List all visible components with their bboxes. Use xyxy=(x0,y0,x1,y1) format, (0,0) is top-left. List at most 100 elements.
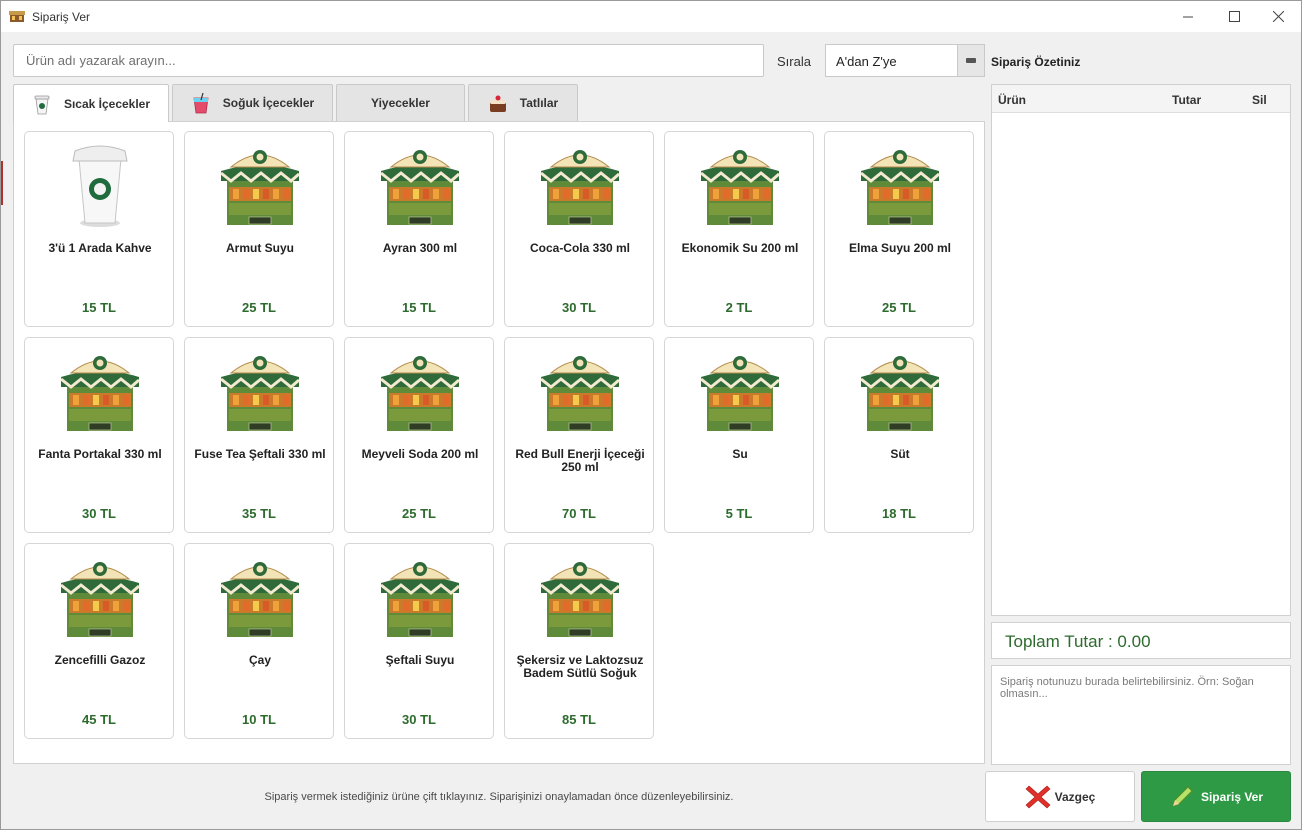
minimize-icon xyxy=(1182,16,1193,18)
market-stall-image xyxy=(220,356,300,431)
market-stall-image xyxy=(380,356,460,431)
total-amount: Toplam Tutar : 0.00 xyxy=(1005,632,1151,651)
maximize-icon xyxy=(1228,11,1240,22)
place-order-label: Sipariş Ver xyxy=(1200,789,1264,804)
cold-drink-icon xyxy=(193,92,209,114)
dropdown-icon xyxy=(966,58,976,63)
product-name: Şeftali Suyu xyxy=(385,653,455,667)
product-price: 10 TL xyxy=(242,712,276,727)
product-name: Fuse Tea Şeftali 330 ml xyxy=(194,447,326,461)
title-bar: Sipariş Ver xyxy=(1,1,1301,32)
product-price: 30 TL xyxy=(82,506,116,521)
market-stall-image xyxy=(860,150,940,225)
product-panel: 3'ü 1 Arada Kahve 15 TL Armut Suyu 25 TL Ayr… xyxy=(13,121,985,764)
red-x-icon xyxy=(1025,785,1051,808)
cake-icon xyxy=(489,95,506,112)
product-price: 25 TL xyxy=(242,300,276,315)
market-stall-image xyxy=(540,356,620,431)
market-stall-image xyxy=(380,562,460,637)
left-edge-mark xyxy=(1,161,3,205)
place-order-button[interactable]: Sipariş Ver xyxy=(1141,771,1291,822)
product-card[interactable]: Ayran 300 ml 15 TL xyxy=(344,131,494,327)
market-stall-image xyxy=(700,356,780,431)
table-header: Ürün Tutar Sil xyxy=(992,85,1290,113)
order-summary-title: Sipariş Özetiniz xyxy=(991,55,1081,69)
product-price: 30 TL xyxy=(562,300,596,315)
sort-select[interactable]: A'dan Z'ye xyxy=(825,44,985,77)
product-name: Ekonomik Su 200 ml xyxy=(681,241,799,255)
product-name: Şekersiz ve Laktozsuz Badem Sütlü Soğuk xyxy=(516,653,644,680)
product-name: Ayran 300 ml xyxy=(382,241,458,255)
app-icon xyxy=(9,11,25,22)
tab-food[interactable]: Yiyecekler xyxy=(336,84,465,121)
column-header-product: Ürün xyxy=(998,93,1026,107)
product-name: 3'ü 1 Arada Kahve xyxy=(48,241,152,255)
market-stall-image xyxy=(540,150,620,225)
product-price: 2 TL xyxy=(725,300,753,315)
product-price: 45 TL xyxy=(82,712,116,727)
product-card[interactable]: Süt 18 TL xyxy=(824,337,974,533)
product-price: 35 TL xyxy=(242,506,276,521)
product-name: Fanta Portakal 330 ml xyxy=(38,447,162,461)
column-header-amount: Tutar xyxy=(1172,93,1202,107)
sort-label: Sırala xyxy=(777,54,811,69)
order-summary-table[interactable]: Ürün Tutar Sil xyxy=(991,84,1291,616)
product-card[interactable]: Fuse Tea Şeftali 330 ml 35 TL xyxy=(184,337,334,533)
total-box: Toplam Tutar : 0.00 xyxy=(991,622,1291,659)
product-name: Su xyxy=(732,447,748,461)
product-card[interactable]: Coca-Cola 330 ml 30 TL xyxy=(504,131,654,327)
order-window: Sipariş Ver Sırala A'dan Z'ye Sipariş Öz… xyxy=(0,0,1302,830)
product-card[interactable]: Su 5 TL xyxy=(664,337,814,533)
close-button[interactable] xyxy=(1255,1,1301,32)
product-price: 25 TL xyxy=(882,300,916,315)
close-icon xyxy=(1272,11,1284,22)
product-card[interactable]: Şekersiz ve Laktozsuz Badem Sütlü Soğuk 8… xyxy=(504,543,654,739)
tab-desserts[interactable]: Tatlılar xyxy=(468,84,578,121)
market-stall-image xyxy=(60,356,140,431)
product-name: Çay xyxy=(248,653,271,667)
tab-label: Sıcak İçecekler xyxy=(63,96,151,111)
product-name: Zencefilli Gazoz xyxy=(54,653,146,667)
tab-hot-drinks[interactable]: Sıcak İçecekler xyxy=(13,84,169,122)
instruction-hint: Sipariş vermek istediğiniz ürüne çift tı… xyxy=(264,791,734,803)
product-card[interactable]: Meyveli Soda 200 ml 25 TL xyxy=(344,337,494,533)
product-name: Meyveli Soda 200 ml xyxy=(361,447,479,461)
product-card[interactable]: Zencefilli Gazoz 45 TL xyxy=(24,543,174,739)
product-card[interactable]: Fanta Portakal 330 ml 30 TL xyxy=(24,337,174,533)
product-card[interactable]: Red Bull Enerji İçeceği 250 ml 70 TL xyxy=(504,337,654,533)
order-note-input[interactable] xyxy=(991,665,1291,765)
product-name: Red Bull Enerji İçeceği 250 ml xyxy=(515,447,645,474)
minimize-button[interactable] xyxy=(1165,1,1211,32)
coffee-cup-image xyxy=(72,145,128,227)
product-card[interactable]: Armut Suyu 25 TL xyxy=(184,131,334,327)
coffee-cup-icon xyxy=(34,95,50,114)
cancel-label: Vazgeç xyxy=(1054,789,1096,804)
tab-label: Tatlılar xyxy=(519,96,559,110)
product-price: 15 TL xyxy=(402,300,436,315)
product-card[interactable]: Ekonomik Su 200 ml 2 TL xyxy=(664,131,814,327)
product-card[interactable]: Elma Suyu 200 ml 25 TL xyxy=(824,131,974,327)
product-price: 18 TL xyxy=(882,506,916,521)
market-stall-image xyxy=(860,356,940,431)
product-name: Armut Suyu xyxy=(225,241,294,255)
product-name: Coca-Cola 330 ml xyxy=(529,241,631,255)
window-title: Sipariş Ver xyxy=(32,10,91,24)
product-name: Elma Suyu 200 ml xyxy=(848,241,952,255)
tab-cold-drinks[interactable]: Soğuk İçecekler xyxy=(172,84,333,121)
tab-label: Soğuk İçecekler xyxy=(222,96,315,110)
product-price: 25 TL xyxy=(402,506,436,521)
market-stall-image xyxy=(700,150,780,225)
search-input[interactable] xyxy=(13,44,764,77)
product-card[interactable]: 3'ü 1 Arada Kahve 15 TL xyxy=(24,131,174,327)
product-card[interactable]: Şeftali Suyu 30 TL xyxy=(344,543,494,739)
cancel-button[interactable]: Vazgeç xyxy=(985,771,1135,822)
product-card[interactable]: Çay 10 TL xyxy=(184,543,334,739)
tab-label: Yiyecekler xyxy=(371,96,430,110)
column-header-delete: Sil xyxy=(1252,93,1267,107)
market-stall-image xyxy=(540,562,620,637)
maximize-button[interactable] xyxy=(1211,1,1257,32)
product-name: Süt xyxy=(890,447,910,461)
product-price: 30 TL xyxy=(402,712,436,727)
product-price: 85 TL xyxy=(562,712,596,727)
sort-dropdown-button[interactable] xyxy=(957,45,984,76)
